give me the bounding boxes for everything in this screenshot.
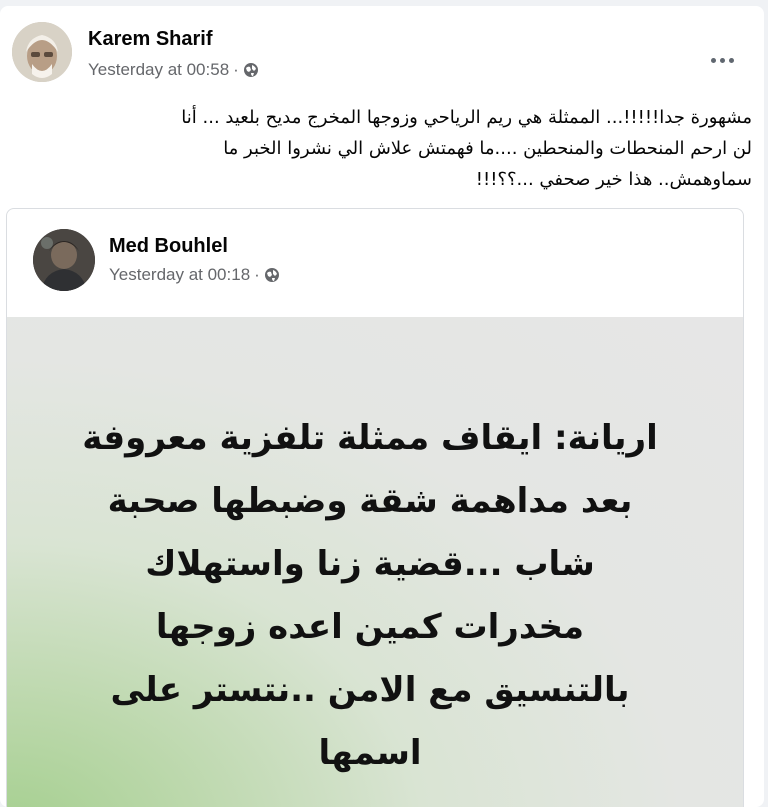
image-text-line: اسمها (318, 733, 422, 773)
post-text-line: لن ارحم المنحطات والمنحطين ....ما فهمتش … (223, 138, 752, 159)
image-text-line: مخدرات كمين اعده زوجها (155, 607, 585, 647)
post-text-line: سماوهمش.. هذا خير صحفي ...؟؟!!! (475, 169, 752, 190)
post-text-line: مشهورة جدا!!!!!... الممثلة هي ريم الرياح… (181, 107, 752, 128)
text-background-post[interactable]: اريانة: ايقاف ممثلة تلفزية معروفة بعد مد… (7, 317, 743, 807)
meta-separator: · (254, 265, 260, 284)
post-header: Karem Sharif Yesterday at 00:58 · (12, 22, 752, 82)
shared-post[interactable]: Med Bouhlel Yesterday at 00:18 · اريانة:… (6, 208, 744, 807)
shared-author-avatar[interactable] (33, 229, 95, 291)
image-text-line: اريانة: ايقاف ممثلة تلفزية معروفة (82, 418, 658, 458)
image-text-line: شاب ...قضية زنا واستهلاك (145, 544, 595, 584)
shared-avatar-image (33, 229, 95, 291)
shared-post-meta: Yesterday at 00:18 · (109, 265, 280, 285)
more-options-icon[interactable] (704, 42, 740, 78)
globe-icon[interactable] (264, 267, 280, 283)
image-text-line: بعد مداهمة شقة وضبطها صحبة (107, 481, 633, 521)
globe-icon[interactable] (243, 62, 259, 78)
meta-separator: · (233, 60, 239, 79)
image-text: اريانة: ايقاف ممثلة تلفزية معروفة بعد مد… (37, 407, 703, 785)
post-text: مشهورة جدا!!!!!... الممثلة هي ريم الرياح… (12, 102, 752, 195)
post-meta: Yesterday at 00:58 · (88, 60, 259, 80)
post-timestamp[interactable]: Yesterday at 00:58 (88, 60, 229, 80)
shared-author-name[interactable]: Med Bouhlel (109, 235, 228, 258)
avatar-image (12, 22, 72, 82)
shared-post-timestamp[interactable]: Yesterday at 00:18 (109, 265, 250, 285)
image-text-line: بالتنسيق مع الامن ..نتستر على (110, 670, 630, 710)
author-avatar[interactable] (12, 22, 72, 82)
shared-post-header: Med Bouhlel Yesterday at 00:18 · (33, 229, 733, 291)
post-card: Karem Sharif Yesterday at 00:58 · مشهورة… (0, 6, 764, 807)
author-name[interactable]: Karem Sharif (88, 28, 213, 51)
